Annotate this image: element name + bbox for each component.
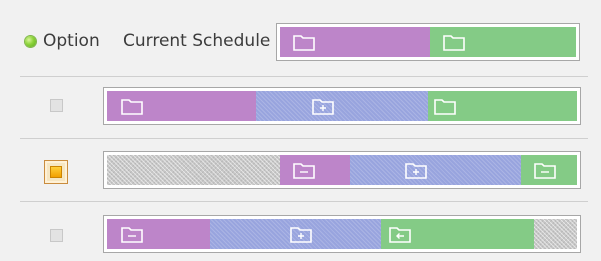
folder-icon <box>434 97 456 115</box>
folder-plus-icon <box>405 161 427 179</box>
schedule-bar <box>103 87 581 125</box>
segment-green[interactable] <box>430 27 576 57</box>
segment-empty[interactable] <box>534 219 577 249</box>
segment-purple[interactable] <box>280 155 350 185</box>
option-label: Option <box>43 31 100 51</box>
header: Option Current Schedule <box>0 0 601 76</box>
segment-green[interactable] <box>381 219 534 249</box>
segment-purple[interactable] <box>107 91 256 121</box>
segment-green[interactable] <box>521 155 577 185</box>
folder-plus-icon <box>290 225 312 243</box>
folder-icon <box>443 33 465 51</box>
segment-purple[interactable] <box>280 27 430 57</box>
segment-green[interactable] <box>428 91 577 121</box>
folder-arrow-left-icon <box>389 225 411 243</box>
segment-purple[interactable] <box>107 219 210 249</box>
option-radio-indicator[interactable] <box>25 36 36 47</box>
folder-minus-icon <box>293 161 315 179</box>
schedule-bar <box>103 151 581 189</box>
schedule-option-row-2 <box>0 138 601 198</box>
schedule-bar <box>103 215 581 253</box>
folder-icon <box>121 97 143 115</box>
schedule-option-row-3 <box>0 201 601 261</box>
folder-plus-icon <box>312 97 334 115</box>
current-schedule-bar <box>276 23 580 61</box>
schedule-option-row-1 <box>0 76 601 136</box>
folder-minus-icon <box>534 161 556 179</box>
segment-blue[interactable] <box>350 155 521 185</box>
option-checkbox[interactable] <box>50 229 63 242</box>
checkbox-fill <box>50 166 62 178</box>
segment-blue[interactable] <box>210 219 381 249</box>
option-checkbox-selected[interactable] <box>44 160 68 184</box>
segment-blue[interactable] <box>256 91 428 121</box>
folder-minus-icon <box>121 225 143 243</box>
current-schedule-label: Current Schedule <box>123 31 271 51</box>
option-checkbox[interactable] <box>50 99 63 112</box>
segment-empty[interactable] <box>107 155 280 185</box>
folder-icon <box>293 33 315 51</box>
